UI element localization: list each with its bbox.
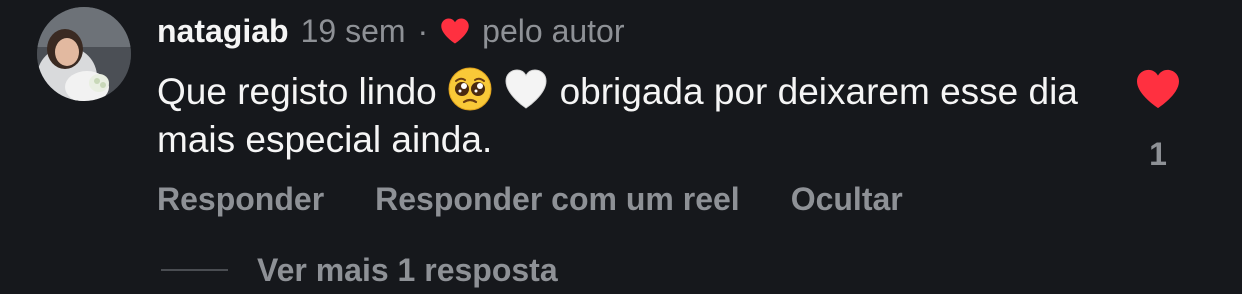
- reply-button[interactable]: Responder: [157, 181, 324, 218]
- replies-divider-line: [161, 269, 228, 271]
- avatar-image: [37, 7, 131, 101]
- view-more-replies-label: Ver mais 1 resposta: [257, 251, 558, 288]
- hide-button[interactable]: Ocultar: [791, 181, 903, 218]
- avatar[interactable]: [37, 7, 131, 101]
- view-more-replies-button[interactable]: Ver mais 1 resposta: [161, 250, 558, 290]
- comment-text: Que registo lindo obrigada por deixarem …: [157, 66, 1117, 164]
- like-count: 1: [1149, 136, 1167, 172]
- pleading-face-emoji-icon: [448, 67, 492, 111]
- reply-with-reel-button[interactable]: Responder com um reel: [375, 181, 740, 218]
- username[interactable]: natagiab: [157, 13, 289, 50]
- timestamp: 19 sem: [300, 12, 406, 49]
- comment-text-part1: Que registo lindo: [157, 71, 448, 112]
- liked-by-author-label: pelo autor: [482, 12, 625, 49]
- like-heart-icon[interactable]: [1134, 68, 1182, 110]
- author-heart-icon: [441, 18, 469, 44]
- white-heart-emoji-icon: [505, 69, 547, 109]
- comment-header: natagiab 19 sem · pelo autor: [157, 10, 625, 52]
- separator-dot: ·: [417, 12, 429, 49]
- comment-actions: Responder Responder com um reel Ocultar: [157, 178, 954, 220]
